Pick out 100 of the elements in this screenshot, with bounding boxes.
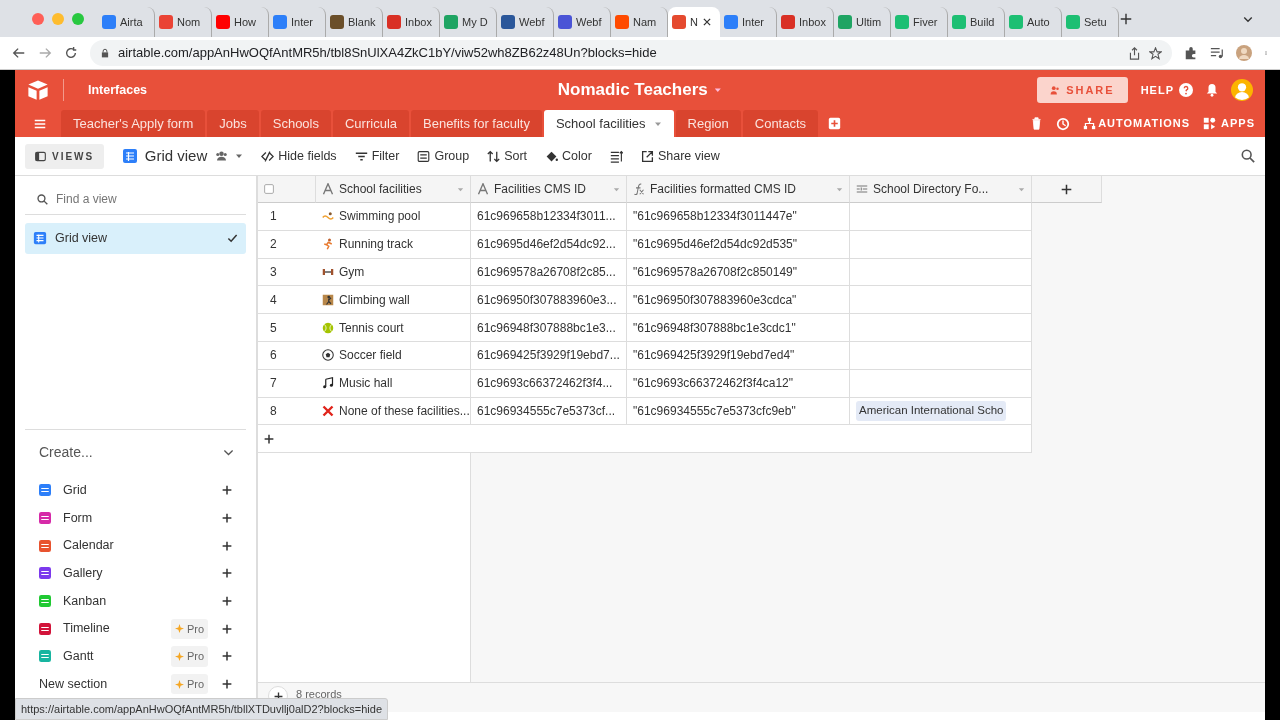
table-cell: Music hall [316,369,471,398]
add-icon[interactable] [222,596,232,607]
add-icon[interactable] [222,651,232,662]
ball-icon [322,321,334,334]
base-title[interactable]: Nomadic Teachers [557,77,708,103]
create-view-item[interactable]: Calendar [25,531,246,560]
add-icon[interactable] [264,433,274,444]
trash-icon[interactable] [1030,117,1044,130]
share-icon[interactable] [1128,46,1141,60]
table-cell: "61c969425f3929f19ebd7ed4" [627,342,850,370]
lookup-icon [856,183,868,195]
table-cell: Swimming pool [316,203,471,231]
column-header[interactable]: Facilities CMS ID [471,176,627,203]
sidebar-icon [35,150,46,162]
add-icon[interactable] [222,679,232,690]
add-icon[interactable] [222,540,232,551]
create-view-item[interactable]: Gallery [25,559,246,588]
tab-title: Inter [742,14,764,30]
sort-icon [487,149,501,163]
table-tab[interactable]: Jobs [207,110,259,137]
logo-icon[interactable] [27,79,49,101]
table-tab[interactable]: Contacts [742,110,819,137]
group-button[interactable]: Group [417,146,470,166]
field-type-icon [322,183,334,195]
create-view-item[interactable]: Gantt Pro [25,642,246,671]
avatar-icon[interactable] [1231,79,1253,101]
external-link-icon [640,149,654,163]
help-button[interactable]: HELP [1140,81,1193,99]
view-item[interactable]: Grid view [25,223,246,254]
back-icon[interactable] [12,46,26,60]
sparkle-icon [174,679,184,689]
table-cell: "61c96948f307888bc1e3cdc1" [627,314,850,342]
apps-button[interactable]: APPS [1203,115,1255,132]
group-icon [417,149,431,163]
search-icon [37,193,48,205]
address-bar[interactable]: airtable.com/appAnHwOQfAntMR5h/tbl8SnUlXA4ZkC1bY/viw52wh8ZB62z48Un?blocks=hide [90,40,1172,66]
create-view-item[interactable]: Timeline Pro [25,614,246,643]
table-cell: 61c96948f307888bc1e3... [471,314,627,342]
table-tab[interactable]: Teacher's Apply form [61,110,206,137]
checkbox-icon[interactable] [264,184,274,194]
add-icon[interactable] [222,568,232,579]
table-tab[interactable]: Curricula [333,110,409,137]
bell-icon[interactable] [1205,83,1219,97]
puzzle-icon[interactable] [1184,46,1198,60]
table-cell: Soccer field [316,342,471,370]
create-view-item[interactable]: Grid [25,476,246,505]
tab-title: Ultim [856,14,882,30]
automations-button[interactable]: AUTOMATIONS [1083,115,1191,132]
new-tab-icon[interactable] [1119,11,1133,26]
add-icon[interactable] [222,623,232,634]
table-cell: "61c96934555c7e5373cfc9eb" [627,397,850,426]
caret-icon[interactable] [235,152,244,160]
tab-title: Inbox [799,14,826,30]
star-icon[interactable] [1149,46,1162,60]
menu-icon[interactable] [33,117,47,131]
search-icon[interactable] [1241,149,1255,163]
interfaces-link[interactable]: Interfaces [88,80,148,100]
figure-icon [322,293,334,306]
add-icon[interactable] [222,485,232,496]
tab-title: Fiver [913,14,938,30]
table-tab[interactable]: School facilities [543,110,674,137]
color-button[interactable]: Color [545,146,592,166]
views-button[interactable]: VIEWS [25,143,105,169]
table-tab[interactable]: Region [675,110,741,137]
tab-title: How [234,14,256,30]
view-name[interactable]: Grid view [144,144,208,168]
create-view-item[interactable]: Kanban [25,587,246,615]
reload-icon[interactable] [64,46,78,60]
table-cell: None of these facilities... [316,397,471,426]
close-icon[interactable] [701,17,712,27]
create-view-item[interactable]: New section Pro [25,670,246,698]
filter-button[interactable]: Filter [354,146,400,166]
add-table-icon[interactable] [828,117,842,130]
browser-tab[interactable]: N [668,7,720,37]
record-chip[interactable]: American International Scho [856,401,1007,421]
table-tab[interactable]: Schools [260,110,331,137]
row-number: 8 [270,402,277,420]
playlist-icon[interactable] [1210,46,1224,60]
column-header[interactable]: School Directory Fo... [850,176,1032,203]
add-icon [1061,183,1072,195]
share-view-button[interactable]: Share view [640,146,720,166]
people-icon [1049,85,1060,95]
check-icon [227,232,238,244]
table-cell: Climbing wall [316,286,471,315]
column-header[interactable]: School facilities [316,176,471,203]
column-header[interactable]: Facilities formatted CMS ID [627,176,850,203]
people-icon [213,150,229,162]
history-icon[interactable] [1056,116,1071,131]
sort-button[interactable]: Sort [487,146,528,166]
row-number: 5 [270,319,277,337]
add-icon[interactable] [222,513,232,524]
hide-fields-button[interactable]: Hide fields [261,146,337,166]
hierarchy-icon [1083,117,1097,130]
row-number: 2 [270,236,277,254]
table-tab[interactable]: Benefits for faculty [411,110,542,137]
pro-tag: Pro [170,646,208,667]
create-view-item[interactable]: Form [25,504,246,532]
table-cell: 61c96950f307883960e3... [471,286,627,315]
row-height-icon[interactable] [609,149,623,163]
help-icon [1179,83,1193,97]
